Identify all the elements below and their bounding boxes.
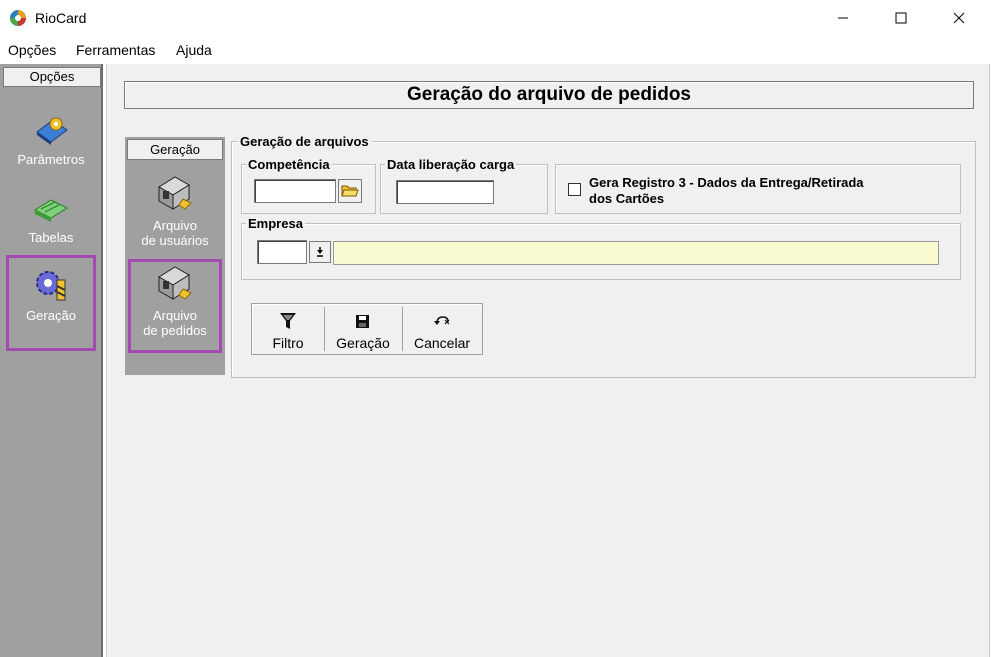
geracao-label: Geração bbox=[336, 335, 390, 351]
left-nav-header[interactable]: Opções bbox=[3, 67, 101, 87]
download-arrow-icon bbox=[317, 247, 323, 257]
maximize-button[interactable] bbox=[872, 0, 930, 36]
sub-item-label-line1: Arquivo bbox=[152, 218, 198, 233]
maximize-icon bbox=[895, 12, 907, 24]
close-icon bbox=[953, 12, 965, 24]
empresa-code-input[interactable] bbox=[257, 240, 307, 264]
empresa-group: Empresa bbox=[241, 216, 961, 280]
close-button[interactable] bbox=[930, 0, 988, 36]
funnel-filter-icon bbox=[280, 313, 296, 329]
data-liberacao-group: Data liberação carga bbox=[380, 157, 548, 214]
menu-bar: Opções Ferramentas Ajuda bbox=[0, 38, 999, 62]
nav-item-label: Parâmetros bbox=[17, 152, 85, 167]
page-title: Geração do arquivo de pedidos bbox=[124, 81, 974, 109]
sub-item-label-line2: de pedidos bbox=[143, 323, 207, 338]
geracao-button[interactable]: Geração bbox=[326, 306, 400, 352]
sub-nav-header[interactable]: Geração bbox=[127, 139, 223, 160]
sub-item-label-line2: de usuários bbox=[141, 233, 209, 248]
main-area: Geração do arquivo de pedidos Geração Ar… bbox=[106, 64, 999, 657]
sub-item-label-line1: Arquivo bbox=[152, 308, 198, 323]
cancelar-label: Cancelar bbox=[413, 335, 471, 351]
nav-item-label: Geração bbox=[26, 308, 76, 323]
nav-item-label: Tabelas bbox=[28, 230, 74, 245]
floppy-save-icon bbox=[356, 315, 369, 328]
gera-registro-checkbox[interactable] bbox=[568, 183, 581, 196]
geracao-gear-icon bbox=[36, 271, 66, 301]
toolbar-separator bbox=[324, 307, 325, 351]
menu-ajuda[interactable]: Ajuda bbox=[176, 42, 212, 58]
gera-registro-label-line1: Gera Registro 3 - Dados da Entrega/Retir… bbox=[589, 175, 864, 190]
window-title: RioCard bbox=[35, 10, 87, 26]
filtro-label: Filtro bbox=[272, 335, 304, 351]
title-bar: RioCard bbox=[0, 0, 999, 38]
left-nav-panel: Opções Parâmetros Tabelas Geração bbox=[0, 64, 103, 657]
nav-item-geracao[interactable]: Geração bbox=[6, 255, 96, 351]
empresa-name-field bbox=[333, 241, 939, 265]
group-title: Geração de arquivos bbox=[238, 134, 371, 149]
minimize-icon bbox=[838, 17, 848, 19]
sub-item-arquivo-pedidos[interactable]: Arquivo de pedidos bbox=[128, 259, 222, 353]
gera-registro-label-line2: dos Cartões bbox=[589, 191, 665, 206]
arquivo-icon bbox=[158, 266, 192, 300]
parametros-icon bbox=[36, 117, 68, 145]
action-toolbar: Filtro Geração Cancelar bbox=[251, 303, 483, 355]
data-liberacao-input[interactable] bbox=[396, 180, 494, 204]
competencia-group: Competência bbox=[241, 157, 376, 214]
menu-opcoes[interactable]: Opções bbox=[8, 42, 56, 58]
filtro-button[interactable]: Filtro bbox=[254, 306, 322, 352]
empresa-lookup-button[interactable] bbox=[309, 241, 331, 263]
riocard-logo-icon bbox=[10, 10, 26, 26]
arquivo-icon bbox=[158, 176, 192, 210]
undo-cancel-icon bbox=[434, 316, 450, 325]
sub-nav-panel: Geração Arquivo de usuários Arquivo de p… bbox=[125, 137, 225, 375]
tabelas-icon bbox=[33, 199, 69, 222]
competencia-label: Competência bbox=[246, 157, 332, 172]
toolbar-separator bbox=[402, 307, 403, 351]
empresa-label: Empresa bbox=[246, 216, 305, 231]
nav-item-tabelas[interactable]: Tabelas bbox=[6, 194, 96, 245]
nav-item-parametros[interactable]: Parâmetros bbox=[6, 112, 96, 167]
folder-open-icon bbox=[341, 185, 359, 197]
open-folder-button[interactable] bbox=[338, 179, 362, 203]
right-edge bbox=[989, 64, 999, 657]
minimize-button[interactable] bbox=[814, 0, 872, 36]
gera-registro-group: Gera Registro 3 - Dados da Entrega/Retir… bbox=[555, 164, 961, 214]
cancelar-button[interactable]: Cancelar bbox=[404, 306, 480, 352]
competencia-input[interactable] bbox=[254, 179, 336, 203]
sub-item-arquivo-usuarios[interactable]: Arquivo de usuários bbox=[128, 173, 222, 248]
data-liberacao-label: Data liberação carga bbox=[385, 157, 517, 172]
menu-ferramentas[interactable]: Ferramentas bbox=[76, 42, 155, 58]
